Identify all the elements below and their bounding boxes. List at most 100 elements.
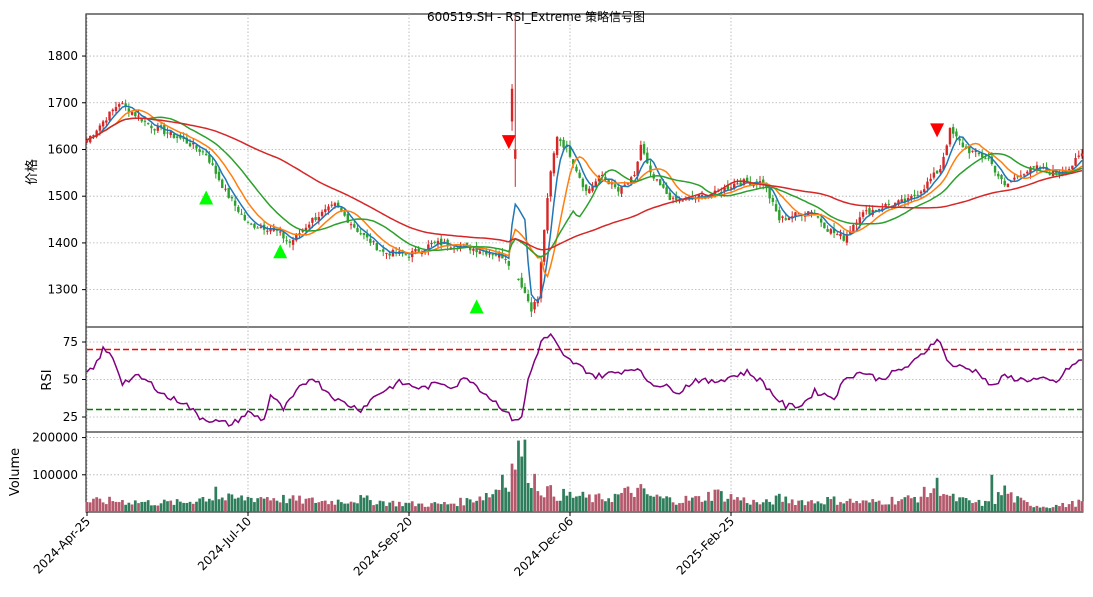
volume-bar <box>835 504 839 512</box>
volume-bar <box>88 502 92 512</box>
volume-bar <box>800 500 804 512</box>
volume-bar <box>864 500 868 512</box>
volume-bar <box>349 501 353 512</box>
volume-bar <box>333 504 337 512</box>
volume-bar <box>195 501 198 512</box>
candle-body <box>353 224 356 228</box>
candle-body <box>134 112 137 117</box>
candle-body <box>533 301 536 310</box>
volume-bar <box>839 502 842 512</box>
candle-body <box>658 179 662 186</box>
volume-bar <box>674 504 678 512</box>
volume-bar <box>964 498 968 512</box>
volume-bar <box>1038 507 1042 512</box>
candle-body <box>369 238 372 244</box>
volume-bar <box>948 495 952 512</box>
candle-body <box>204 153 208 156</box>
candle-body <box>111 109 114 112</box>
volume-bars <box>85 439 1084 512</box>
volume-bar <box>150 505 153 512</box>
volume-bar <box>587 494 591 512</box>
volume-bar <box>1006 493 1010 512</box>
volume-bar <box>806 501 810 512</box>
volume-bar <box>381 501 385 512</box>
candle-body <box>382 249 385 252</box>
volume-bar <box>523 439 527 512</box>
volume-bar <box>816 501 820 512</box>
volume-bar <box>410 501 414 512</box>
candle-body <box>1000 174 1003 180</box>
volume-bar <box>594 494 598 512</box>
volume-bar <box>987 501 990 512</box>
volume-bar <box>501 474 504 512</box>
candle-body <box>221 179 224 189</box>
candle-body <box>932 172 936 178</box>
candle-body <box>430 243 433 245</box>
candle-body <box>868 208 871 215</box>
volume-bar <box>803 505 807 512</box>
candle-body <box>552 153 556 174</box>
volume-bar <box>900 499 904 512</box>
volume-bar <box>539 495 543 512</box>
volume-bar <box>446 504 450 512</box>
candle-body <box>923 189 926 193</box>
volume-bar <box>153 505 156 512</box>
candle-body <box>98 125 102 131</box>
candle-body <box>314 217 317 220</box>
volume-bar <box>1058 506 1061 512</box>
volume-bar <box>967 500 971 512</box>
candle-body <box>1026 171 1029 174</box>
candle-body <box>935 170 939 174</box>
candle-body <box>478 251 482 254</box>
candle-body <box>836 234 839 236</box>
candle-body <box>771 197 775 202</box>
candle-body <box>311 217 314 223</box>
candle-body <box>671 197 675 199</box>
candle-body <box>243 215 246 221</box>
volume-bar <box>790 499 794 512</box>
volume-bar <box>855 500 858 512</box>
volume-bar <box>980 505 984 512</box>
volume-bar <box>584 497 588 512</box>
volume-bar <box>1000 495 1003 512</box>
volume-bar <box>1051 507 1055 512</box>
volume-bar <box>616 494 620 512</box>
candle-body <box>826 228 829 232</box>
volume-bar <box>394 506 398 512</box>
volume-bar <box>546 486 549 512</box>
candle-body <box>523 286 527 293</box>
volume-bar <box>842 503 846 512</box>
volume-bar <box>681 502 685 512</box>
candle-body <box>681 200 684 202</box>
candle-body <box>224 188 227 190</box>
volume-bar <box>542 497 546 512</box>
candle-body <box>105 120 108 123</box>
candle-body <box>633 174 636 176</box>
volume-bar <box>1074 506 1077 512</box>
candle-body <box>414 249 417 252</box>
volume-bar <box>781 501 784 512</box>
candle-body <box>324 209 327 212</box>
volume-bar <box>571 497 575 512</box>
candle-body <box>488 253 491 255</box>
volume-bar <box>224 500 227 512</box>
candle-body <box>230 196 234 199</box>
candle-body <box>175 136 179 138</box>
volume-bar <box>385 505 388 512</box>
volume-bar <box>645 494 649 512</box>
volume-bar <box>162 499 166 512</box>
volume-bar <box>784 496 788 512</box>
volume-bar <box>958 497 962 512</box>
volume-bar <box>298 495 301 512</box>
volume-bar <box>758 504 762 512</box>
x-tick-label: 2024-Apr-25 <box>31 514 93 576</box>
volume-bar <box>114 501 118 512</box>
volume-bar <box>1003 485 1007 512</box>
volume-bar <box>922 486 926 512</box>
ma-slow-line <box>86 116 1083 258</box>
volume-bar <box>893 504 897 512</box>
volume-bar <box>568 491 572 512</box>
candle-body <box>510 88 514 122</box>
volume-bar <box>700 501 704 512</box>
volume-bar <box>236 497 240 512</box>
